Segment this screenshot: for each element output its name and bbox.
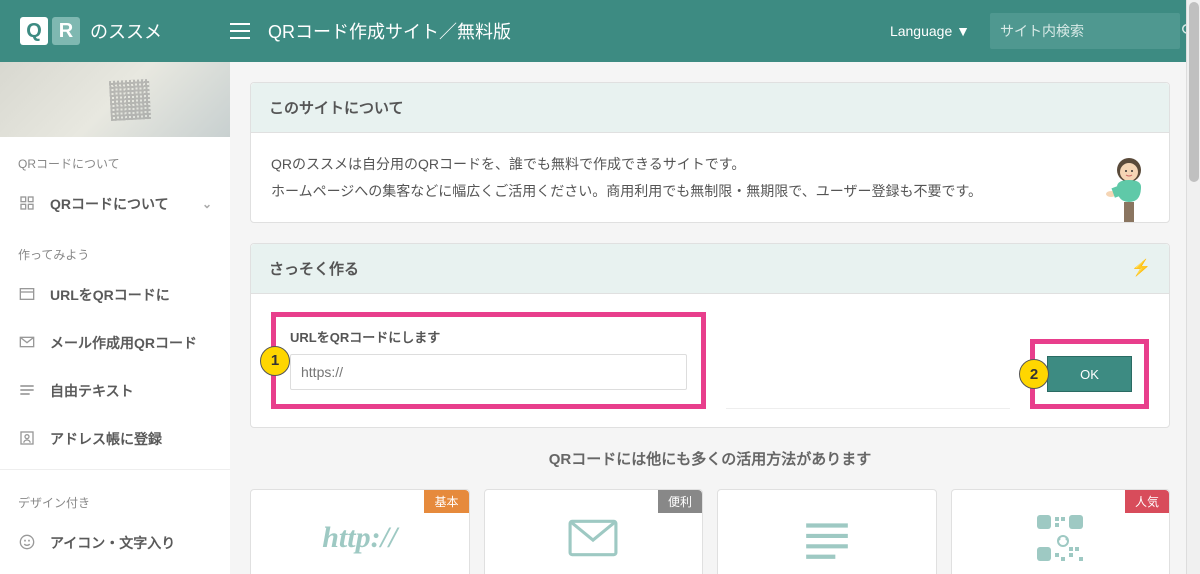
- smile-icon: [18, 534, 36, 553]
- sidebar-item-addressbook[interactable]: アドレス帳に登録: [0, 415, 230, 463]
- about-panel-title: このサイトについて: [251, 83, 1169, 133]
- chevron-down-icon: ⌄: [202, 197, 212, 211]
- main-content: このサイトについて QRのススメは自分用のQRコードを、誰でも無料で作成できるサ…: [230, 62, 1200, 574]
- ok-button[interactable]: OK: [1047, 356, 1132, 392]
- language-selector[interactable]: Language ▼: [890, 23, 970, 39]
- sidebar-item-label: アドレス帳に登録: [50, 429, 212, 449]
- sidebar-item-mail[interactable]: メール作成用QRコード: [0, 319, 230, 367]
- sidebar-item-label: QRコードについて: [50, 194, 188, 214]
- search-box[interactable]: [990, 13, 1180, 49]
- sidebar-item-text[interactable]: 自由テキスト: [0, 367, 230, 415]
- sidebar-item-url[interactable]: URLをQRコードに: [0, 271, 230, 319]
- logo-q-icon: Q: [20, 17, 48, 45]
- cards-row: 基本 http:// URLをQRコードに 便利 メール作成用QR 自由テキスト…: [250, 489, 1170, 574]
- envelope-icon: [18, 335, 36, 351]
- card-mail[interactable]: 便利 メール作成用QR: [484, 489, 704, 574]
- scrollbar[interactable]: [1186, 0, 1200, 574]
- card-tag-basic: 基本: [424, 490, 468, 513]
- sidebar-hero-image: [0, 62, 230, 137]
- sidebar: QRコードについて QRコードについて ⌄ 作ってみよう URLをQRコードに …: [0, 62, 230, 574]
- url-input[interactable]: [290, 354, 687, 390]
- qr-design-icon: [962, 508, 1160, 568]
- card-tag-convenient: 便利: [658, 490, 702, 513]
- card-tag-popular: 人気: [1125, 490, 1169, 513]
- sidebar-item-label: メール作成用QRコード: [50, 333, 212, 353]
- person-illustration: [1099, 152, 1159, 222]
- sidebar-heading-try: 作ってみよう: [0, 228, 230, 271]
- sidebar-item-label: アイコン・文字入り: [50, 533, 212, 553]
- url-field-highlight: 1 URLをQRコードにします: [271, 312, 706, 409]
- lines-icon: [728, 508, 926, 568]
- divider: [0, 469, 230, 470]
- logo-text: のススメ: [90, 18, 162, 44]
- step-badge-1: 1: [260, 346, 290, 376]
- card-url[interactable]: 基本 http:// URLをQRコードに: [250, 489, 470, 574]
- card-text[interactable]: 自由テキスト: [717, 489, 937, 574]
- sidebar-heading-about: QRコードについて: [0, 137, 230, 180]
- lightning-icon: ⚡: [1131, 258, 1151, 278]
- card-design[interactable]: 人気 デザイン付き: [951, 489, 1171, 574]
- step-badge-2: 2: [1019, 359, 1049, 389]
- cards-section-title: QRコードには他にも多くの活用方法があります: [250, 448, 1170, 469]
- scrollbar-thumb[interactable]: [1189, 2, 1199, 182]
- about-panel: このサイトについて QRのススメは自分用のQRコードを、誰でも無料で作成できるサ…: [250, 82, 1170, 223]
- grid-icon: [18, 195, 36, 214]
- create-panel: さっそく作る ⚡ 1 URLをQRコードにします 2 OK: [250, 243, 1170, 428]
- logo-r-icon: R: [52, 17, 80, 45]
- about-text: QRのススメは自分用のQRコードを、誰でも無料で作成できるサイトです。 ホームペ…: [271, 151, 1149, 204]
- ok-button-highlight: 2 OK: [1030, 339, 1149, 409]
- lines-icon: [18, 383, 36, 399]
- logo[interactable]: Q R のススメ: [20, 17, 230, 45]
- envelope-icon: [495, 508, 693, 568]
- search-input[interactable]: [1000, 23, 1181, 39]
- sidebar-item-about[interactable]: QRコードについて ⌄: [0, 180, 230, 228]
- url-field-label: URLをQRコードにします: [290, 327, 687, 346]
- sidebar-item-design[interactable]: アイコン・文字入り: [0, 519, 230, 567]
- person-card-icon: [18, 430, 36, 449]
- header: Q R のススメ QRコード作成サイト／無料版 Language ▼: [0, 0, 1200, 62]
- window-icon: [18, 287, 36, 304]
- create-panel-title: さっそく作る ⚡: [251, 244, 1169, 294]
- hamburger-icon[interactable]: [230, 23, 250, 39]
- sidebar-item-label: 自由テキスト: [50, 381, 212, 401]
- sidebar-item-label: URLをQRコードに: [50, 285, 212, 305]
- sidebar-heading-design: デザイン付き: [0, 476, 230, 519]
- http-icon: http://: [261, 508, 459, 568]
- input-spacer: [726, 373, 1010, 409]
- page-title: QRコード作成サイト／無料版: [268, 18, 890, 44]
